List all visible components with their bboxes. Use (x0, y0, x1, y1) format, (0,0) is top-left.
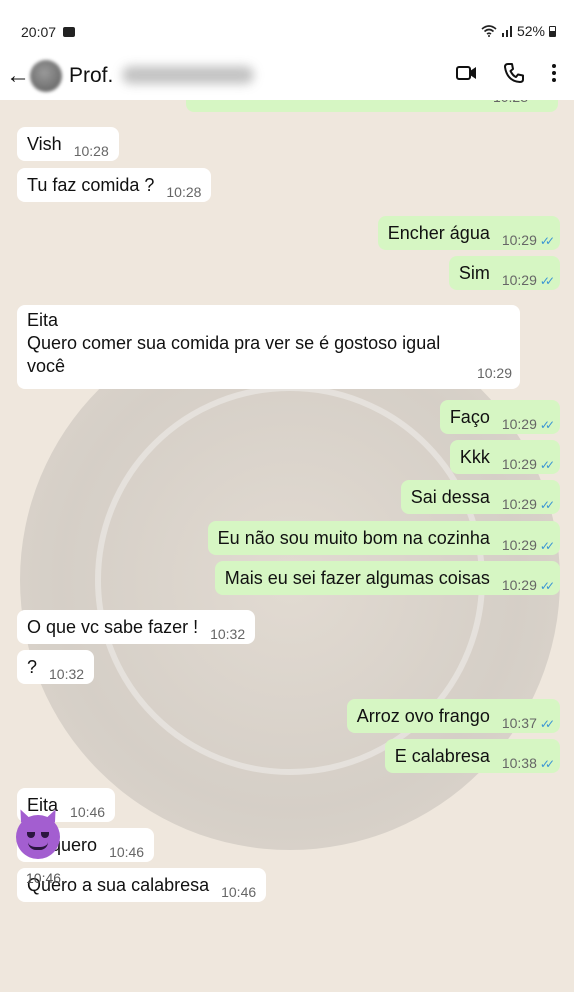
message-bubble-incoming[interactable]: ? 10:32 (17, 650, 95, 684)
message-line: você (27, 356, 66, 376)
message-bubble-incoming[interactable]: Eita Quero comer sua comida pra ver se é… (17, 305, 520, 389)
message-time: 10:29 (501, 232, 537, 248)
more-options-icon[interactable] (546, 62, 562, 84)
wifi-icon (481, 25, 497, 37)
read-ticks-icon: ✓✓ (539, 579, 555, 593)
message-text: Vish (27, 134, 62, 154)
back-arrow-icon[interactable]: ← (6, 62, 30, 90)
message-line: Eita (27, 310, 59, 330)
message-bubble-outgoing[interactable]: E calabresa 10:38 ✓✓ (384, 739, 560, 773)
message-bubble-outgoing[interactable]: Kkk 10:29 ✓✓ (449, 440, 560, 474)
read-ticks-icon: ✓✓ (539, 458, 555, 472)
message-time: 10:46 (109, 844, 145, 860)
read-ticks-icon: ✓✓ (538, 100, 553, 114)
message-time: 10:38 (501, 755, 537, 771)
chat-area[interactable]: 10:28 ✓✓ Vish 10:28 Tu faz comida ? 10:28 … (0, 100, 574, 992)
message-time: 10:28 (493, 100, 528, 114)
read-ticks-icon: ✓✓ (539, 274, 555, 288)
message-time: 10:32 (210, 626, 246, 642)
message-text: ? (27, 657, 38, 677)
message-text: Mais eu sei fazer algumas coisas (224, 568, 490, 588)
message-bubble-incoming[interactable]: Tu faz comida ? 10:28 (17, 168, 212, 202)
message-time: 10:28 (166, 184, 202, 200)
message-text: Eu não sou muito bom na cozinha (217, 528, 490, 548)
message-time: 10:32 (49, 666, 85, 682)
message-time: 10:29 (501, 416, 537, 432)
message-text: Tu faz comida ? (27, 175, 155, 195)
message-text: Sai dessa (410, 487, 490, 507)
message-bubble-outgoing[interactable]: Sim 10:29 ✓✓ (448, 256, 560, 290)
gallery-notification-icon (63, 27, 75, 37)
battery-icon (549, 25, 556, 37)
phone-icon[interactable] (503, 62, 525, 84)
read-ticks-icon: ✓✓ (539, 498, 555, 512)
message-bubble-outgoing[interactable]: Mais eu sei fazer algumas coisas 10:29 ✓✓ (214, 561, 560, 595)
read-ticks-icon: ✓✓ (539, 539, 555, 553)
message-line: Quero comer sua comida pra ver se é gost… (27, 333, 441, 353)
message-time: 10:29 (501, 577, 537, 593)
status-time: 20:07 (21, 24, 57, 40)
message-time: 10:37 (501, 715, 537, 731)
message-bubble-incoming[interactable]: Vish 10:28 (17, 127, 119, 161)
message-text: Sim (458, 263, 490, 283)
battery-percent: 52% (516, 23, 545, 39)
read-ticks-icon: ✓✓ (539, 418, 555, 432)
message-text: O que vc sabe fazer ! (27, 617, 199, 637)
message-time: 10:29 (501, 496, 537, 512)
message-bubble-outgoing[interactable]: Faço 10:29 ✓✓ (439, 400, 560, 434)
message-bubble-outgoing[interactable]: Encher água 10:29 ✓✓ (377, 216, 560, 250)
message-time: 10:29 (501, 537, 537, 553)
contact-name[interactable]: Prof. (69, 64, 113, 88)
message-time: 10:29 (501, 272, 537, 288)
status-indicators: 52% (481, 23, 556, 39)
message-time: 10:46 (70, 804, 106, 820)
message-text: Faço (449, 407, 490, 427)
video-call-icon[interactable] (456, 62, 478, 84)
signal-icon (501, 26, 512, 37)
message-time: 10:46 (221, 884, 257, 900)
read-ticks-icon: ✓✓ (539, 757, 555, 771)
message-bubble-outgoing[interactable]: Sai dessa 10:29 ✓✓ (400, 480, 560, 514)
chat-header: ← Prof. (0, 60, 574, 100)
message-time: 10:28 (73, 143, 109, 159)
message-bubble-outgoing[interactable]: Eu não sou muito bom na cozinha 10:29 ✓✓ (207, 521, 560, 555)
avatar[interactable] (30, 60, 62, 92)
message-text: Arroz ovo frango (356, 706, 490, 726)
message-text: Encher água (387, 223, 490, 243)
blurred-name (122, 66, 254, 84)
message-time: 10:29 (476, 365, 512, 381)
message-text: Kkk (459, 447, 490, 467)
message-time: 10:29 (501, 456, 537, 472)
message-bubble-incoming[interactable]: O que vc sabe fazer ! 10:32 (17, 610, 256, 644)
read-ticks-icon: ✓✓ (539, 234, 555, 248)
message-text: E calabresa (394, 746, 490, 766)
smiling-devil-emoji[interactable] (15, 807, 61, 859)
message-time: 10:46 (26, 870, 62, 886)
message-bubble-outgoing[interactable]: Arroz ovo frango 10:37 ✓✓ (346, 699, 560, 733)
status-bar: 20:07 52% (0, 0, 574, 60)
read-ticks-icon: ✓✓ (539, 717, 555, 731)
message-bubble-partial[interactable]: 10:28 ✓✓ (186, 100, 558, 112)
